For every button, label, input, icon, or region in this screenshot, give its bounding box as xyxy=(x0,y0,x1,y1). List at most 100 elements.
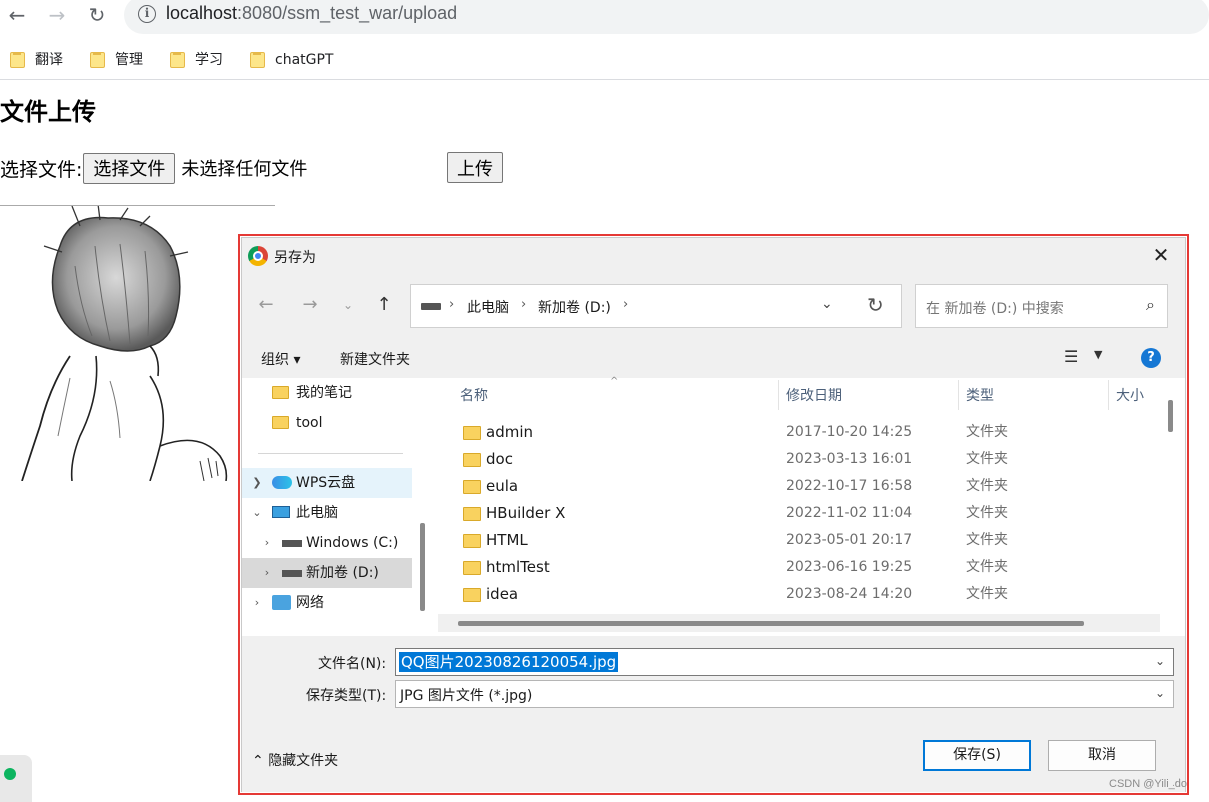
drive-icon xyxy=(421,303,441,310)
file-row[interactable]: HBuilder X 2022-11-02 11:04 文件夹 xyxy=(438,500,1160,527)
back-arrow-icon[interactable]: ← xyxy=(254,294,278,316)
folder-icon xyxy=(463,426,481,440)
file-date: 2022-10-17 16:58 xyxy=(786,478,913,494)
chevron-down-icon[interactable]: ⌄ xyxy=(821,296,833,312)
drive-icon xyxy=(282,540,302,547)
forward-arrow-icon[interactable]: → xyxy=(298,294,322,316)
tree-item-wps-cloud[interactable]: ❯ WPS云盘 xyxy=(242,468,412,498)
folder-icon xyxy=(10,52,25,68)
browser-toolbar: ← → ↻ i localhost:8080/ssm_test_war/uplo… xyxy=(0,0,1209,36)
recent-locations-icon[interactable]: ⌄ xyxy=(336,294,360,316)
navigation-row: ← → ⌄ ↑ › 此电脑 › 新加卷 (D:) › ⌄ ↻ 在 新加卷 (D:… xyxy=(242,284,1185,328)
tree-item-drive-d[interactable]: › 新加卷 (D:) xyxy=(242,558,412,588)
network-icon xyxy=(272,595,291,610)
save-button[interactable]: 保存(S) xyxy=(923,740,1031,771)
cloud-icon xyxy=(272,476,292,489)
tree-item-tool[interactable]: tool xyxy=(242,408,412,438)
column-type[interactable]: 类型 xyxy=(966,378,994,414)
breadcrumb-this-pc[interactable]: 此电脑 xyxy=(467,297,509,317)
file-row[interactable]: htmlTest 2023-06-16 19:25 文件夹 xyxy=(438,554,1160,581)
status-dot-icon xyxy=(4,768,16,780)
breadcrumb-drive-d[interactable]: 新加卷 (D:) xyxy=(538,297,611,317)
column-separator[interactable] xyxy=(958,380,959,410)
column-name[interactable]: 名称 xyxy=(460,378,488,414)
bookmarks-bar: 翻译 管理 学习 chatGPT xyxy=(0,40,1209,80)
url-text[interactable]: localhost:8080/ssm_test_war/upload xyxy=(166,3,457,24)
filetype-select[interactable]: JPG 图片文件 (*.jpg) ⌄ xyxy=(395,680,1174,708)
column-size[interactable]: 大小 xyxy=(1116,378,1144,414)
file-row[interactable]: eula 2022-10-17 16:58 文件夹 xyxy=(438,473,1160,500)
side-tab[interactable] xyxy=(0,755,32,802)
reload-icon[interactable]: ↻ xyxy=(84,4,110,26)
search-icon[interactable]: ⌕ xyxy=(1146,295,1155,315)
file-date: 2023-06-16 19:25 xyxy=(786,559,913,575)
bookmark-folder[interactable]: 翻译 xyxy=(10,49,63,71)
cancel-button[interactable]: 取消 xyxy=(1048,740,1156,771)
folder-icon xyxy=(463,561,481,575)
hide-folders-toggle[interactable]: ⌃ 隐藏文件夹 xyxy=(252,750,338,770)
view-options-icon[interactable]: ☰ xyxy=(1064,347,1078,366)
tree-item-drive-c[interactable]: › Windows (C:) xyxy=(242,528,412,558)
tree-label: 网络 xyxy=(296,595,324,611)
organize-menu[interactable]: 组织 ▾ xyxy=(261,349,300,369)
bookmark-label: 翻译 xyxy=(35,52,63,68)
file-row[interactable]: admin 2017-10-20 14:25 文件夹 xyxy=(438,419,1160,446)
chevron-down-icon[interactable]: ⌄ xyxy=(1155,654,1165,668)
collapse-arrow-icon[interactable]: ⌄ xyxy=(250,498,264,528)
choose-file-button[interactable]: 选择文件 xyxy=(83,152,176,184)
search-box[interactable]: 在 新加卷 (D:) 中搜索 ⌕ xyxy=(915,284,1168,328)
filename-value[interactable]: QQ图片20230826120054.jpg xyxy=(399,652,619,672)
address-bar[interactable]: i localhost:8080/ssm_test_war/upload xyxy=(124,0,1209,34)
file-type: 文件夹 xyxy=(966,559,1008,575)
bookmark-folder[interactable]: chatGPT xyxy=(250,49,333,71)
upload-button[interactable]: 上传 xyxy=(447,152,503,183)
address-breadcrumb[interactable]: › 此电脑 › 新加卷 (D:) › ⌄ ↻ xyxy=(410,284,902,328)
file-status-text: 未选择任何文件 xyxy=(181,159,308,180)
new-folder-button[interactable]: 新建文件夹 xyxy=(340,349,410,369)
file-date: 2017-10-20 14:25 xyxy=(786,424,913,440)
dialog-titlebar: 另存为 ✕ xyxy=(242,238,1185,274)
tree-item-network[interactable]: › 网络 xyxy=(242,588,412,618)
tree-item-this-pc[interactable]: ⌄ 此电脑 xyxy=(242,498,412,528)
refresh-icon[interactable]: ↻ xyxy=(867,293,884,317)
chevron-right-icon[interactable]: › xyxy=(449,297,454,312)
help-icon[interactable]: ? xyxy=(1141,348,1161,368)
file-list-scrollbar[interactable] xyxy=(1168,400,1173,432)
close-icon[interactable]: ✕ xyxy=(1149,243,1173,267)
column-date[interactable]: 修改日期 xyxy=(786,378,842,414)
tree-scrollbar[interactable] xyxy=(420,523,425,611)
expand-arrow-icon[interactable]: › xyxy=(260,528,274,558)
folder-icon xyxy=(463,534,481,548)
tree-item-notes[interactable]: 我的笔记 xyxy=(242,378,412,408)
folder-icon xyxy=(170,52,185,68)
url-host: localhost xyxy=(166,3,238,23)
horizontal-scrollbar[interactable] xyxy=(458,621,1084,626)
file-date: 2023-05-01 20:17 xyxy=(786,532,913,548)
bookmark-label: chatGPT xyxy=(275,52,334,68)
column-separator[interactable] xyxy=(1108,380,1109,410)
file-row[interactable]: HTML 2023-05-01 20:17 文件夹 xyxy=(438,527,1160,554)
expand-arrow-icon[interactable]: ❯ xyxy=(250,468,264,498)
chevron-right-icon[interactable]: › xyxy=(623,297,628,312)
back-icon[interactable]: ← xyxy=(4,4,30,26)
bookmark-folder[interactable]: 管理 xyxy=(90,49,143,71)
file-name: HTML xyxy=(486,531,528,549)
chevron-down-icon[interactable]: ⌄ xyxy=(1155,686,1165,700)
forward-icon[interactable]: → xyxy=(44,4,70,26)
expand-arrow-icon[interactable]: › xyxy=(260,558,274,588)
file-row[interactable]: doc 2023-03-13 16:01 文件夹 xyxy=(438,446,1160,473)
view-dropdown-icon[interactable]: ▼ xyxy=(1094,348,1102,361)
tree-label: 我的笔记 xyxy=(296,385,352,401)
file-row[interactable]: idea 2023-08-24 14:20 文件夹 xyxy=(438,581,1160,608)
command-bar: 组织 ▾ 新建文件夹 ☰ ▼ ? xyxy=(242,340,1185,376)
site-info-icon[interactable]: i xyxy=(138,5,156,23)
expand-arrow-icon[interactable]: › xyxy=(250,588,264,618)
column-separator[interactable] xyxy=(778,380,779,410)
chevron-right-icon[interactable]: › xyxy=(521,297,526,312)
up-arrow-icon[interactable]: ↑ xyxy=(372,294,396,316)
folder-icon xyxy=(250,52,265,68)
hide-folders-label: 隐藏文件夹 xyxy=(268,753,339,769)
folder-icon xyxy=(463,507,481,521)
filename-input[interactable]: QQ图片20230826120054.jpg ⌄ xyxy=(395,648,1174,676)
bookmark-folder[interactable]: 学习 xyxy=(170,49,223,71)
